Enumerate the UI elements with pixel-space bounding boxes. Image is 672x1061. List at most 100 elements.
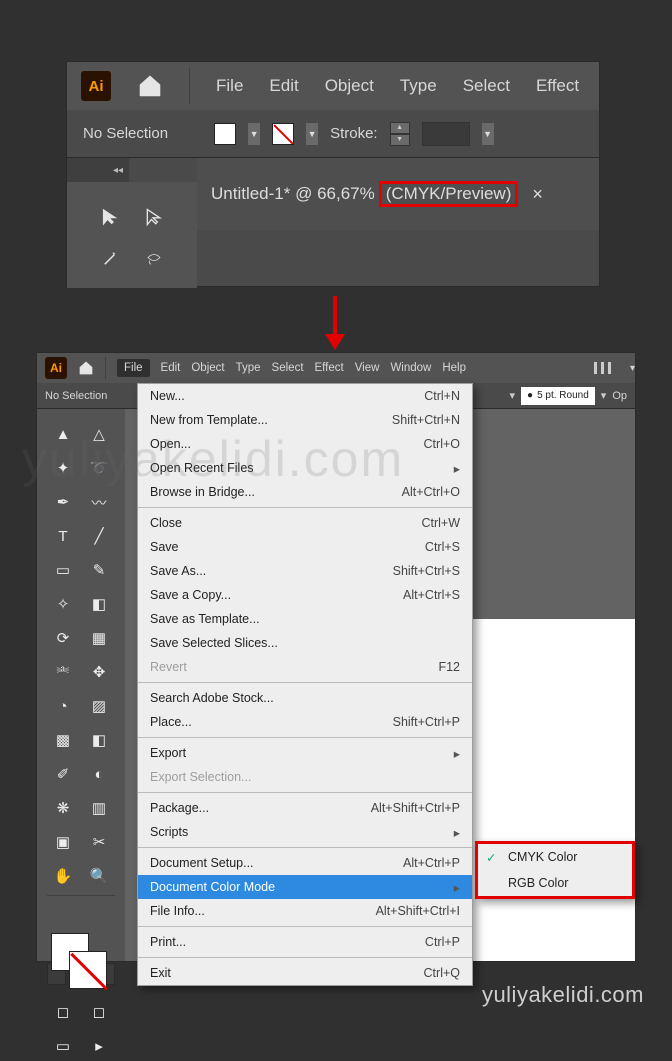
menu-item[interactable]: Save As...Shift+Ctrl+S xyxy=(138,559,472,583)
menu-item[interactable]: ExitCtrl+Q xyxy=(138,961,472,985)
menu-item[interactable]: New...Ctrl+N xyxy=(138,384,472,408)
menu-help[interactable]: Help xyxy=(442,362,466,374)
shaper-tool-icon[interactable]: ✧ xyxy=(47,589,79,619)
rotate-tool-icon[interactable]: ⟳ xyxy=(47,623,79,653)
menu-item-label: Save a Copy... xyxy=(150,588,403,602)
menu-item[interactable]: Document Color Mode▸ xyxy=(138,875,472,899)
shape-builder-tool-icon[interactable]: ◔ xyxy=(47,691,79,721)
menu-item[interactable]: CloseCtrl+W xyxy=(138,511,472,535)
menu-item[interactable]: Search Adobe Stock... xyxy=(138,686,472,710)
home-icon[interactable] xyxy=(137,73,163,99)
lasso-tool-icon[interactable]: ➰ xyxy=(83,453,115,483)
close-tab-button[interactable]: × xyxy=(532,184,543,205)
fill-swatch[interactable] xyxy=(214,123,236,145)
width-tool-icon[interactable]: ⎃ xyxy=(47,657,79,687)
mesh-tool-icon[interactable]: ▩ xyxy=(47,725,79,755)
menu-item[interactable]: Export▸ xyxy=(138,741,472,765)
menu-item-label: Package... xyxy=(150,801,371,815)
menu-item[interactable]: Open...Ctrl+O xyxy=(138,432,472,456)
fill-dropdown-icon[interactable]: ▼ xyxy=(248,123,260,145)
menu-item-label: Browse in Bridge... xyxy=(150,485,402,499)
direct-selection-tool-icon[interactable]: △ xyxy=(83,419,115,449)
menu-edit[interactable]: Edit xyxy=(269,76,298,96)
workspace-switcher-icon[interactable] xyxy=(594,362,611,374)
menu-file[interactable]: File xyxy=(216,76,243,96)
canvas-artboard[interactable] xyxy=(465,619,635,961)
menu-item[interactable]: Save as Template... xyxy=(138,607,472,631)
rgb-option[interactable]: RGB Color xyxy=(478,870,632,896)
curvature-tool-icon[interactable]: 〰 xyxy=(83,487,115,517)
menu-item[interactable]: Print...Ctrl+P xyxy=(138,930,472,954)
stroke-weight-stepper[interactable]: ▲▼ xyxy=(390,122,410,146)
menu-edit[interactable]: Edit xyxy=(161,362,181,374)
hand-tool-icon[interactable]: ✋ xyxy=(47,861,79,891)
menu-item[interactable]: SaveCtrl+S xyxy=(138,535,472,559)
menu-select[interactable]: Select xyxy=(463,76,510,96)
eyedropper-tool-icon[interactable]: ✐ xyxy=(47,759,79,789)
artboard-tool-icon[interactable]: ▣ xyxy=(47,827,79,857)
magic-wand-tool-icon[interactable]: ✦ xyxy=(47,453,79,483)
gradient-tool-icon[interactable]: ◧ xyxy=(83,725,115,755)
perspective-tool-icon[interactable]: ▨ xyxy=(83,691,115,721)
direct-selection-tool-icon[interactable] xyxy=(134,198,174,236)
selection-tool-icon[interactable] xyxy=(90,198,130,236)
zoom-tool-icon[interactable]: 🔍 xyxy=(83,861,115,891)
line-tool-icon[interactable]: ╱ xyxy=(83,521,115,551)
cmyk-option[interactable]: ✓ CMYK Color xyxy=(478,844,632,870)
lasso-tool-icon[interactable] xyxy=(134,240,174,278)
brush-preset[interactable]: 5 pt. Round xyxy=(521,387,595,405)
menu-window[interactable]: Window xyxy=(390,362,431,374)
menu-item[interactable]: New from Template...Shift+Ctrl+N xyxy=(138,408,472,432)
magic-wand-tool-icon[interactable] xyxy=(90,240,130,278)
menu-item[interactable]: Document Setup...Alt+Ctrl+P xyxy=(138,851,472,875)
graph-tool-icon[interactable]: ▥ xyxy=(83,793,115,823)
stroke-weight-field[interactable] xyxy=(422,122,470,146)
brush-tool-icon[interactable]: ✎ xyxy=(83,555,115,585)
menu-view[interactable]: View xyxy=(355,362,380,374)
stroke-swatch[interactable] xyxy=(272,123,294,145)
menu-item[interactable]: Save a Copy...Alt+Ctrl+S xyxy=(138,583,472,607)
menu-effect[interactable]: Effect xyxy=(315,362,344,374)
menu-item[interactable]: Open Recent Files▸ xyxy=(138,456,472,480)
menu-item-shortcut: Ctrl+S xyxy=(425,540,460,554)
symbol-sprayer-tool-icon[interactable]: ❋ xyxy=(47,793,79,823)
document-tab-title: Untitled-1* @ 66,67% xyxy=(211,184,375,204)
menu-item-label: New from Template... xyxy=(150,413,392,427)
menu-item[interactable]: Save Selected Slices... xyxy=(138,631,472,655)
draw-normal-icon[interactable]: ◻ xyxy=(47,997,79,1027)
draw-behind-icon[interactable]: ◻ xyxy=(83,997,115,1027)
expand-panel-icon[interactable]: ▸ xyxy=(83,1031,115,1061)
free-transform-tool-icon[interactable]: ✥ xyxy=(83,657,115,687)
document-tab[interactable]: Untitled-1* @ 66,67% (CMYK/Preview) × xyxy=(197,158,599,230)
menu-item[interactable]: Scripts▸ xyxy=(138,820,472,844)
down-arrow-annotation xyxy=(328,296,342,352)
top-ui-snapshot: Ai File Edit Object Type Select Effect N… xyxy=(66,61,600,287)
panel-collapse-head[interactable]: ◂◂ xyxy=(67,158,129,182)
rectangle-tool-icon[interactable]: ▭ xyxy=(47,555,79,585)
menu-type[interactable]: Type xyxy=(236,362,261,374)
eraser-tool-icon[interactable]: ◧ xyxy=(83,589,115,619)
blend-tool-icon[interactable]: ◐ xyxy=(83,759,115,789)
menu-item[interactable]: Place...Shift+Ctrl+P xyxy=(138,710,472,734)
slice-tool-icon[interactable]: ✂ xyxy=(83,827,115,857)
screen-mode-icon[interactable]: ▭ xyxy=(47,1031,79,1061)
menu-file[interactable]: File xyxy=(117,359,150,377)
stroke-dropdown-icon[interactable]: ▼ xyxy=(306,123,318,145)
pen-tool-icon[interactable]: ✒ xyxy=(47,487,79,517)
menu-type[interactable]: Type xyxy=(400,76,437,96)
scale-tool-icon[interactable]: ▦ xyxy=(83,623,115,653)
menu-object[interactable]: Object xyxy=(325,76,374,96)
menu-effect[interactable]: Effect xyxy=(536,76,579,96)
home-icon[interactable] xyxy=(78,360,94,376)
type-tool-icon[interactable]: T xyxy=(47,521,79,551)
fill-stroke-indicator[interactable] xyxy=(47,929,115,989)
menu-item[interactable]: Browse in Bridge...Alt+Ctrl+O xyxy=(138,480,472,504)
menu-item[interactable]: File Info...Alt+Shift+Ctrl+I xyxy=(138,899,472,923)
menu-object[interactable]: Object xyxy=(191,362,224,374)
menu-item[interactable]: Package...Alt+Shift+Ctrl+P xyxy=(138,796,472,820)
menu-select[interactable]: Select xyxy=(272,362,304,374)
selection-tool-icon[interactable]: ▲ xyxy=(47,419,79,449)
menu-item-label: Print... xyxy=(150,935,425,949)
menu-item: RevertF12 xyxy=(138,655,472,679)
stroke-weight-dropdown-icon[interactable]: ▼ xyxy=(482,123,494,145)
